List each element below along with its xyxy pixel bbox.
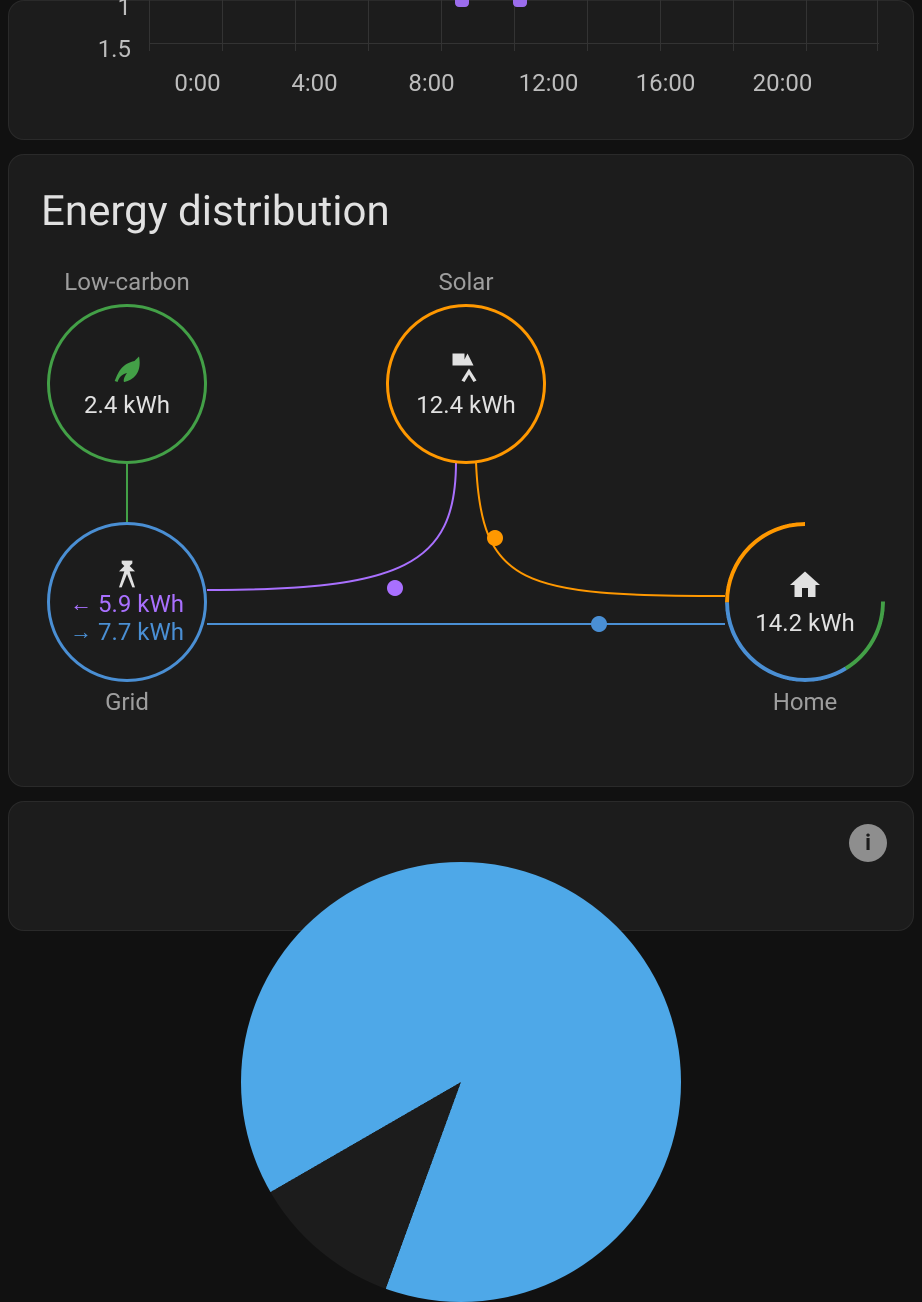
chart-data-point bbox=[513, 0, 527, 7]
x-tick: 0:00 bbox=[139, 69, 256, 97]
energy-time-chart-card: 1 1.5 0:00 4:00 8:00 12:00 16:00 20:00 bbox=[8, 0, 914, 140]
x-tick: 4:00 bbox=[256, 69, 373, 97]
grid-node[interactable]: ← 5.9 kWh → 7.7 kWh bbox=[47, 522, 207, 682]
home-label: Home bbox=[725, 688, 885, 716]
x-tick: 20:00 bbox=[724, 69, 841, 97]
distribution-diagram: Low-carbon 2.4 kWh Solar 12.4 kWh ← 5.9 … bbox=[41, 256, 881, 756]
info-button[interactable]: i bbox=[849, 824, 887, 862]
chart-y-axis: 1 1.5 bbox=[91, 0, 131, 77]
chart-data-point bbox=[455, 0, 469, 7]
card-title: Energy distribution bbox=[41, 187, 881, 236]
x-tick: 16:00 bbox=[607, 69, 724, 97]
x-tick: 8:00 bbox=[373, 69, 490, 97]
y-tick: 1.5 bbox=[91, 35, 131, 77]
energy-pie-chart bbox=[241, 862, 681, 1302]
arrow-right-icon: → bbox=[70, 619, 92, 645]
grid-export-value: 5.9 kWh bbox=[98, 590, 184, 618]
info-icon: i bbox=[865, 831, 871, 856]
home-ring-icon bbox=[725, 522, 885, 682]
transmission-tower-icon bbox=[111, 558, 143, 590]
lowcarbon-value: 2.4 kWh bbox=[84, 391, 170, 419]
solar-value: 12.4 kWh bbox=[416, 391, 515, 419]
chart-x-axis: 0:00 4:00 8:00 12:00 16:00 20:00 bbox=[139, 69, 841, 97]
solar-label: Solar bbox=[386, 268, 546, 296]
energy-distribution-card: Energy distribution Low-carbon 2.4 kWh S… bbox=[8, 154, 914, 787]
y-tick: 1 bbox=[91, 0, 131, 35]
grid-import-row: → 7.7 kWh bbox=[70, 618, 184, 646]
home-node[interactable]: 14.2 kWh bbox=[725, 522, 885, 682]
grid-label: Grid bbox=[47, 688, 207, 716]
x-tick: 12:00 bbox=[490, 69, 607, 97]
solar-node[interactable]: 12.4 kWh bbox=[386, 304, 546, 464]
energy-pie-card: i bbox=[8, 801, 914, 931]
lowcarbon-node[interactable]: 2.4 kWh bbox=[47, 304, 207, 464]
grid-import-value: 7.7 kWh bbox=[98, 618, 184, 646]
arrow-left-icon: ← bbox=[70, 591, 92, 617]
lowcarbon-label: Low-carbon bbox=[47, 268, 207, 296]
solar-power-icon bbox=[448, 349, 484, 385]
chart-plot-area bbox=[149, 0, 879, 51]
grid-export-row: ← 5.9 kWh bbox=[70, 590, 184, 618]
leaf-icon bbox=[109, 349, 145, 385]
